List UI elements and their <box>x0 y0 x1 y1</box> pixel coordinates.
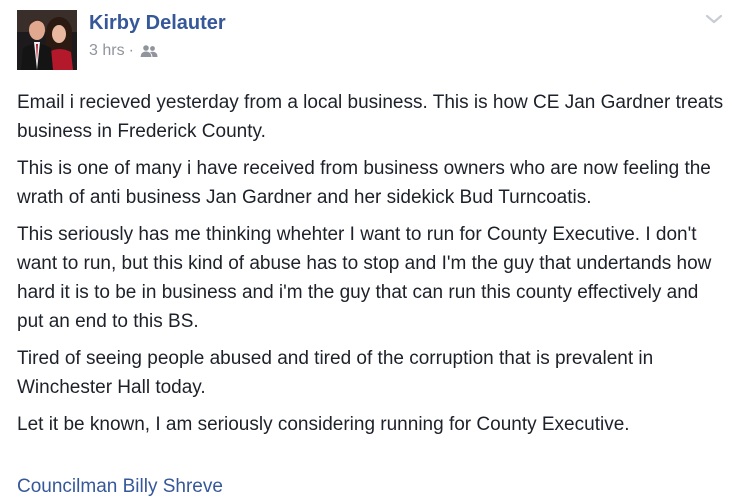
avatar[interactable] <box>17 10 77 70</box>
timestamp[interactable]: 3 hrs <box>89 42 125 60</box>
post-body: Email i recieved yesterday from a local … <box>17 88 725 447</box>
author-name[interactable]: Kirby Delauter <box>89 12 226 35</box>
post-meta: 3 hrs · <box>89 42 158 60</box>
chevron-down-icon[interactable] <box>704 12 724 26</box>
post-paragraph: This is one of many i have received from… <box>17 158 711 208</box>
facebook-post: Kirby Delauter 3 hrs · Email i recieved … <box>0 0 736 500</box>
profile-photo <box>17 10 77 70</box>
post-paragraph: Email i recieved yesterday from a local … <box>17 92 724 142</box>
post-paragraph: Tired of seeing people abused and tired … <box>17 348 654 398</box>
meta-separator: · <box>128 42 134 59</box>
post-paragraph: This seriously has me thinking whehter I… <box>17 224 712 332</box>
post-paragraph: Let it be known, I am seriously consider… <box>17 414 630 435</box>
tagged-user-link[interactable]: Councilman Billy Shreve <box>17 472 223 501</box>
friends-icon[interactable] <box>140 44 158 58</box>
